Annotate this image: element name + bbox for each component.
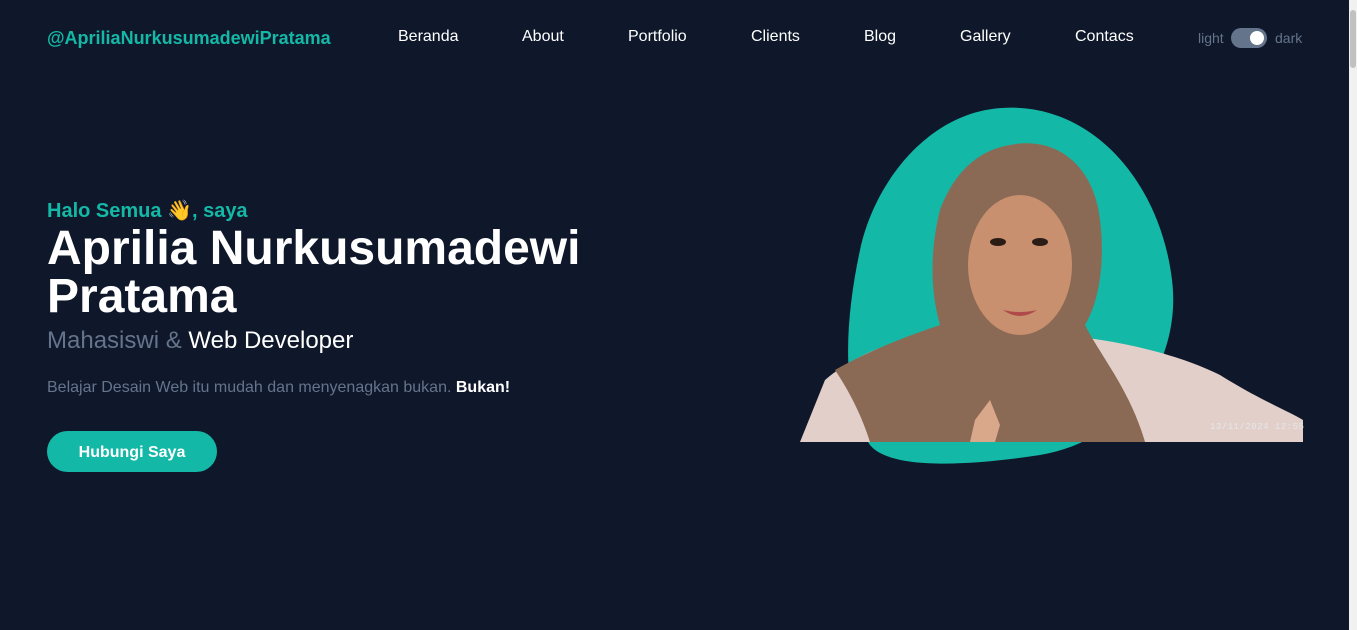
nav-link-gallery[interactable]: Gallery xyxy=(960,28,1011,46)
tagline-bold: Bukan! xyxy=(455,379,511,396)
page: @ApriliaNurkusumadewiPratama Beranda Abo… xyxy=(0,0,1349,630)
nav-link-clients[interactable]: Clients xyxy=(751,28,800,46)
contact-me-button[interactable]: Hubungi Saya xyxy=(47,431,217,472)
vertical-scrollbar[interactable] xyxy=(1349,0,1357,630)
main-nav: Beranda About Portfolio Clients Blog Gal… xyxy=(0,28,1349,48)
role-strong: Web Developer xyxy=(188,327,354,354)
hero-name: Aprilia Nurkusumadewi Pratama xyxy=(47,222,581,323)
hero-tagline: Belajar Desain Web itu mudah dan menyena… xyxy=(47,379,667,397)
nav-link-about[interactable]: About xyxy=(522,28,564,46)
waving-hand-icon: 👋 xyxy=(167,200,192,222)
hero-photo: 13/11/2024 12:55 xyxy=(800,100,1305,470)
theme-switch-track[interactable] xyxy=(1231,28,1267,48)
site-header: @ApriliaNurkusumadewiPratama Beranda Abo… xyxy=(0,0,1349,76)
role-muted: Mahasiswi & xyxy=(47,327,182,354)
hero-greeting: Halo Semua 👋, saya xyxy=(47,198,667,223)
profile-photo-illustration xyxy=(800,107,1303,464)
greeting-text: Halo Semua xyxy=(47,200,162,222)
theme-switch-knob xyxy=(1250,31,1264,45)
scrollbar-thumb[interactable] xyxy=(1350,10,1356,68)
nav-link-beranda[interactable]: Beranda xyxy=(398,28,459,46)
theme-toggle[interactable]: light dark xyxy=(1198,28,1308,48)
nav-link-portfolio[interactable]: Portfolio xyxy=(628,28,687,46)
greeting-suffix: , saya xyxy=(191,200,248,222)
hero-role: Mahasiswi & Web Developer xyxy=(47,327,667,355)
nav-link-contacs[interactable]: Contacs xyxy=(1075,28,1134,46)
right-eye-shape xyxy=(1032,238,1048,246)
tagline-text: Belajar Desain Web itu mudah dan menyena… xyxy=(47,379,452,396)
left-eye-shape xyxy=(990,238,1006,246)
theme-light-label: light xyxy=(1198,30,1224,46)
nav-link-blog[interactable]: Blog xyxy=(864,28,896,46)
photo-timestamp: 13/11/2024 12:55 xyxy=(1210,422,1305,432)
theme-dark-label: dark xyxy=(1275,30,1303,46)
hero-intro: Halo Semua 👋, saya Aprilia Nurkusumadewi… xyxy=(47,198,667,472)
